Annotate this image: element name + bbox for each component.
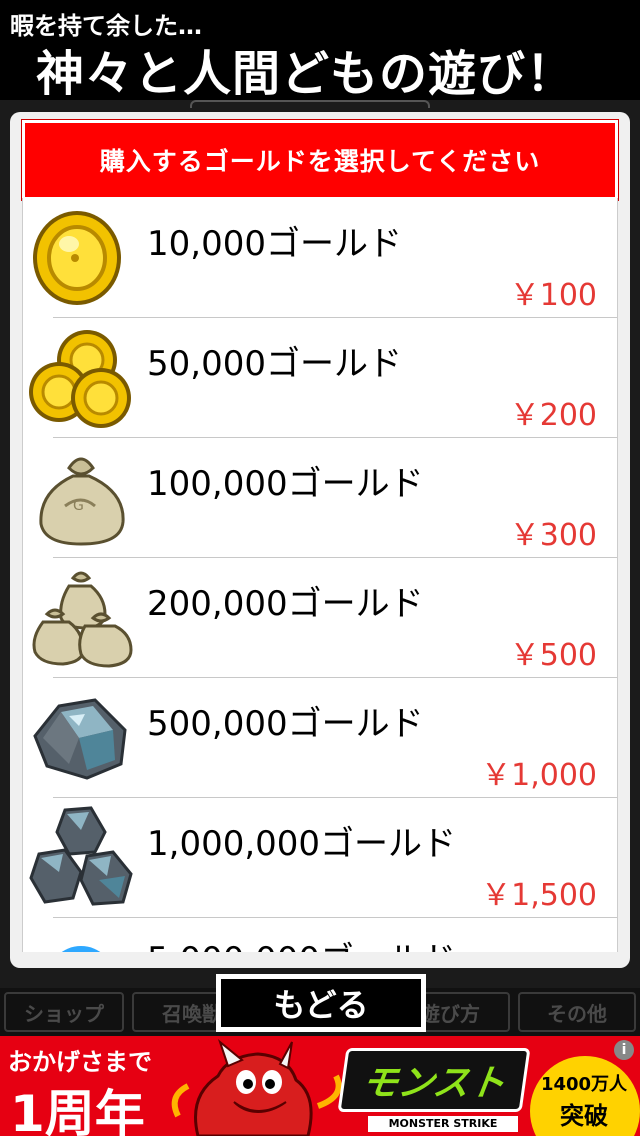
ad-banner[interactable]: おかげさまで 1周年 モンスト MONSTER STRIKE 1400万人 突破… [0,1036,640,1136]
back-button[interactable]: もどる [216,974,426,1032]
tab-other[interactable]: その他 [518,992,636,1032]
item-price: ￥500 [509,638,597,673]
list-item-1000000-gold[interactable]: 1,000,000ゴールド ￥1,500 [23,798,617,918]
list-item-50000-gold[interactable]: 50,000ゴールド ￥200 [23,318,617,438]
item-name: 1,000,000ゴールド [147,824,457,864]
ad-badge: 1400万人 突破 [530,1056,640,1136]
money-bag-icon: G [39,457,125,546]
gold-list[interactable]: 10,000ゴールド ￥100 50,000ゴールド ￥200 G 100,00… [22,198,618,952]
item-price: ￥100 [509,278,597,313]
ad-line1: おかげさまで [8,1048,152,1076]
item-price: ￥1,500 [481,878,597,913]
ad-badge-top: 1400万人 [540,1074,628,1095]
item-name: 10,000ゴールド [147,224,402,264]
back-button-label: もどる [273,986,369,1024]
purchase-modal: 購入するゴールドを選択してください 10,000ゴールド ￥100 50,000… [10,112,630,968]
list-item-100000-gold[interactable]: G 100,000ゴールド ￥300 [23,438,617,558]
item-name: 50,000ゴールド [147,344,402,384]
item-name: 100,000ゴールド [147,464,424,504]
gold-coin-icon [33,211,121,305]
item-name: 500,000ゴールド [147,704,424,744]
gold-coins-icon [29,330,131,428]
banner-title: 神々と人間どもの遊び！ [36,46,576,102]
item-name: 5,000,000ゴールド [147,932,456,952]
item-price: ￥200 [509,398,597,433]
ad-info-icon[interactable]: i [614,1040,634,1060]
list-item-200000-gold[interactable]: 200,000ゴールド ￥500 [23,558,617,678]
ad-logo-sub: MONSTER STRIKE [368,1116,518,1132]
modal-header: 購入するゴールドを選択してください [21,119,619,201]
money-bags-icon [32,571,133,668]
modal-header-text: 購入するゴールドを選択してください [99,147,541,176]
item-price: ￥1,000 [481,758,597,793]
svg-text:G: G [73,498,84,514]
ore-icon [33,698,127,780]
ad-logo-text: モンスト [358,1063,509,1104]
title-banner: 暇を持て余した… 神々と人間どもの遊び！ [0,0,640,102]
ore-pile-icon [29,806,133,906]
dragon-mascot-icon [171,1039,342,1136]
tab-shop[interactable]: ショップ [4,992,124,1032]
background-panel-edge [190,100,430,108]
item-name: 200,000ゴールド [147,584,424,624]
list-item-5000000-gold[interactable]: 5,000,000ゴールド [23,918,617,952]
list-item-500000-gold[interactable]: 500,000ゴールド ￥1,000 [23,678,617,798]
ad-logo: モンスト [337,1048,531,1112]
blue-gem-icon [61,946,101,952]
list-item-10000-gold[interactable]: 10,000ゴールド ￥100 [23,198,617,318]
ad-badge-bottom: 突破 [560,1102,608,1130]
ad-line2: 1周年 [10,1085,145,1136]
item-price: ￥300 [509,518,597,553]
